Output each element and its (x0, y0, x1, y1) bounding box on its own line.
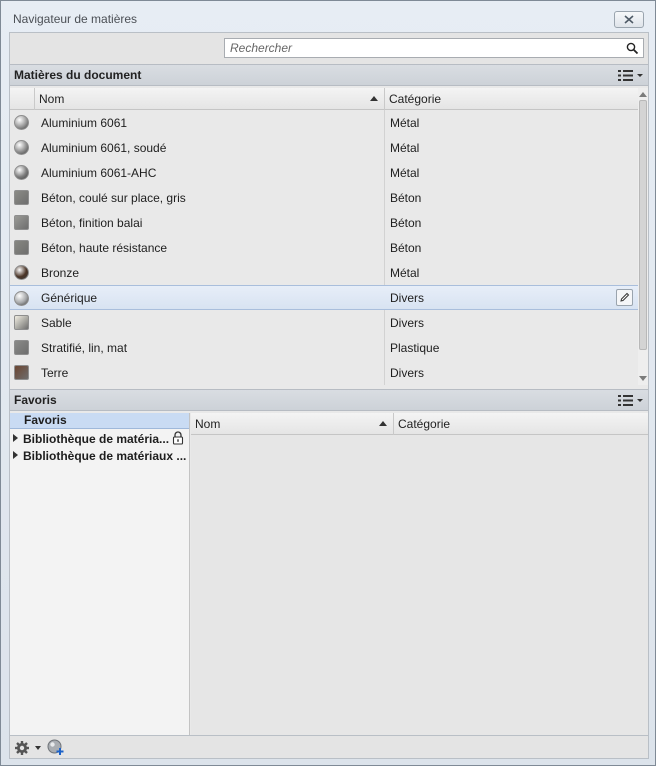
scroll-thumb[interactable] (639, 100, 647, 350)
material-category: Béton (390, 240, 422, 255)
document-materials-list: Aluminium 6061 Métal Aluminium 6061, soudé… (10, 110, 638, 385)
material-name: Béton, haute résistance (41, 240, 168, 255)
scroll-down-icon[interactable] (639, 376, 647, 381)
material-category: Béton (390, 215, 422, 230)
material-row[interactable]: Terre Divers (10, 360, 638, 385)
window-title: Navigateur de matières (13, 12, 138, 26)
category-column-header[interactable]: Catégorie (385, 88, 638, 110)
material-row[interactable]: Sable Divers (10, 310, 638, 335)
material-category: Métal (390, 165, 420, 180)
document-view-options-button[interactable] (618, 68, 644, 83)
material-swatch (14, 240, 29, 255)
material-category: Divers (390, 365, 425, 380)
favorites-title: Favoris (14, 393, 57, 407)
favorites-category-column-header[interactable]: Catégorie (394, 413, 648, 435)
settings-dropdown-icon[interactable] (35, 746, 41, 750)
material-category: Divers (390, 315, 425, 330)
edit-material-button[interactable] (616, 289, 633, 306)
library-tree: Favoris Bibliothèque de matéria... Bibli… (10, 413, 190, 735)
pencil-icon (620, 292, 630, 302)
category-column-label: Catégorie (389, 92, 442, 106)
browser-footer (10, 735, 648, 758)
list-view-icon (618, 70, 643, 81)
material-name: Béton, coulé sur place, gris (41, 190, 186, 205)
document-materials-title: Matières du document (14, 68, 142, 82)
material-category: Béton (390, 190, 422, 205)
material-name: Béton, finition balai (41, 215, 143, 230)
material-swatch (14, 165, 29, 180)
material-category: Divers (390, 290, 425, 305)
material-row[interactable]: Béton, haute résistance Béton (10, 235, 638, 260)
list-view-icon (618, 395, 643, 406)
material-name: Aluminium 6061, soudé (41, 140, 167, 155)
tree-item-library-2[interactable]: Bibliothèque de matériaux ... (10, 447, 189, 464)
expand-arrow-icon[interactable] (13, 434, 18, 442)
material-row[interactable]: Bronze Métal (10, 260, 638, 285)
scroll-up-icon[interactable] (639, 92, 647, 97)
swatch-column-header (10, 88, 35, 110)
favorites-category-column-label: Catégorie (398, 417, 451, 431)
search-bar (10, 33, 648, 64)
material-row[interactable]: Aluminium 6061-AHC Métal (10, 160, 638, 185)
material-row[interactable]: Stratifié, lin, mat Plastique (10, 335, 638, 360)
favorites-content: Nom Catégorie (191, 413, 648, 735)
close-icon (624, 15, 634, 24)
material-row[interactable]: Aluminium 6061, soudé Métal (10, 135, 638, 160)
material-name: Aluminium 6061-AHC (41, 165, 157, 180)
material-swatch (14, 265, 29, 280)
material-name: Sable (41, 315, 72, 330)
search-input[interactable] (230, 41, 610, 55)
material-row[interactable]: Béton, coulé sur place, gris Béton (10, 185, 638, 210)
favorites-name-column-label: Nom (195, 417, 221, 431)
sort-ascending-icon (370, 96, 378, 101)
expand-arrow-icon[interactable] (13, 451, 18, 459)
add-material-icon (47, 739, 64, 755)
material-swatch (14, 340, 29, 355)
material-category: Plastique (390, 340, 440, 355)
material-name: Stratifié, lin, mat (41, 340, 128, 355)
name-column-label: Nom (39, 92, 65, 106)
favorites-column-header: Nom Catégorie (191, 413, 648, 435)
material-swatch (14, 190, 29, 205)
material-name: Générique (41, 290, 98, 305)
tree-item-favorites[interactable]: Favoris (10, 413, 189, 429)
material-swatch (14, 140, 29, 155)
tree-item-library-1[interactable]: Bibliothèque de matéria... (10, 430, 189, 447)
material-swatch (14, 115, 29, 130)
name-column-header[interactable]: Nom (35, 88, 385, 110)
material-name: Terre (41, 365, 69, 380)
document-column-header: Nom Catégorie (10, 88, 638, 110)
favorites-name-column-header[interactable]: Nom (191, 413, 394, 435)
document-list-scrollbar[interactable] (638, 88, 648, 385)
add-material-button[interactable] (47, 739, 65, 759)
settings-button[interactable] (14, 740, 30, 759)
material-row[interactable]: Générique Divers (10, 285, 638, 310)
sort-ascending-icon (379, 421, 387, 426)
document-materials-header: Matières du document (10, 64, 648, 86)
material-swatch (14, 365, 29, 380)
search-box[interactable] (224, 38, 644, 58)
tree-item-label: Bibliothèque de matéria... (23, 431, 170, 446)
material-browser-window: Navigateur de matières Matières du docum… (0, 0, 656, 766)
material-swatch (14, 215, 29, 230)
browser-panel: Matières du document Nom Catégorie Al (9, 32, 649, 759)
material-category: Métal (390, 115, 420, 130)
tree-item-label: Bibliothèque de matériaux ... (23, 448, 187, 463)
material-name: Bronze (41, 265, 80, 280)
material-category: Métal (390, 265, 420, 280)
favorites-view-options-button[interactable] (618, 393, 644, 408)
gear-icon (15, 741, 29, 755)
close-button[interactable] (614, 11, 644, 28)
favorites-header: Favoris (10, 389, 648, 411)
search-icon[interactable] (626, 42, 639, 55)
lock-icon (172, 431, 184, 445)
material-swatch (14, 291, 29, 306)
material-swatch (14, 315, 29, 330)
material-category: Métal (390, 140, 420, 155)
material-row[interactable]: Béton, finition balai Béton (10, 210, 638, 235)
material-name: Aluminium 6061 (41, 115, 128, 130)
material-row[interactable]: Aluminium 6061 Métal (10, 110, 638, 135)
